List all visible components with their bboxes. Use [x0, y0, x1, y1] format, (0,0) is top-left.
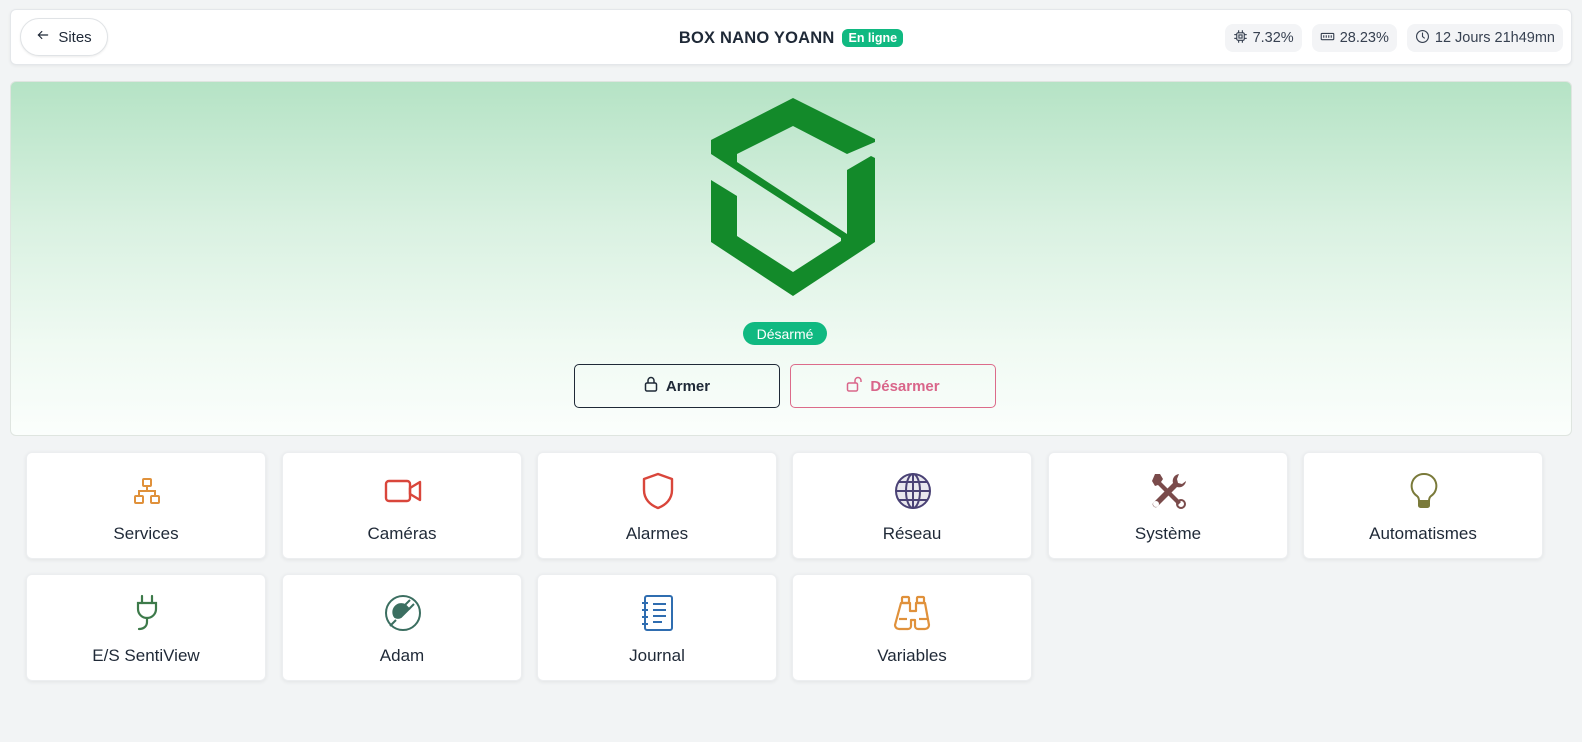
arm-label: Armer	[665, 377, 711, 395]
tile-services[interactable]: Services	[26, 452, 266, 559]
globe-icon	[893, 471, 933, 511]
security-panel: Désarmé Armer Désarmer	[10, 81, 1572, 436]
disarm-label: Désarmer	[870, 377, 940, 395]
tools-icon	[1149, 471, 1189, 511]
tile-label: Adam	[379, 646, 425, 665]
plug-icon	[127, 593, 167, 633]
tile-adam[interactable]: Adam	[282, 574, 522, 681]
uptime-value: 12 Jours 21h49mn	[1434, 30, 1555, 46]
tile-system[interactable]: Système	[1048, 452, 1288, 559]
cpu-icon	[1233, 29, 1248, 48]
cpu-value: 7.32%	[1252, 30, 1294, 46]
tile-label: Alarmes	[625, 524, 689, 543]
tile-variables[interactable]: Variables	[792, 574, 1032, 681]
clock-icon	[1415, 29, 1430, 48]
tile-label: Caméras	[367, 524, 437, 543]
journal-icon	[638, 593, 678, 633]
tile-cameras[interactable]: Caméras	[282, 452, 522, 559]
binoculars-icon	[893, 593, 933, 633]
cpu-stat: 7.32%	[1224, 24, 1302, 52]
online-status-badge: En ligne	[842, 29, 904, 47]
tile-label: Réseau	[882, 524, 942, 543]
tile-automations[interactable]: Automatismes	[1303, 452, 1543, 559]
memory-value: 28.23%	[1339, 30, 1389, 46]
tile-label: Services	[113, 524, 179, 543]
tile-label: Journal	[629, 646, 685, 665]
unlock-icon	[846, 376, 863, 396]
top-bar: Sites BOX NANO YOANN En ligne 7.32% 28.2…	[10, 9, 1572, 65]
tile-label: Système	[1134, 524, 1202, 543]
uptime-stat: 12 Jours 21h49mn	[1406, 24, 1563, 52]
back-label: Sites	[58, 28, 92, 46]
power-plug-circle-icon	[383, 593, 423, 633]
video-camera-icon	[383, 471, 423, 511]
network-icon	[127, 471, 167, 511]
tile-io-sentiview[interactable]: E/S SentiView	[26, 574, 266, 681]
tile-label: Variables	[877, 646, 947, 665]
tile-network[interactable]: Réseau	[792, 452, 1032, 559]
alarm-status-badge: Désarmé	[743, 322, 827, 345]
memory-stat: 28.23%	[1311, 24, 1397, 52]
tile-journal[interactable]: Journal	[537, 574, 777, 681]
arrow-left-icon	[36, 28, 50, 46]
system-stats: 7.32% 28.23% 12 Jours 21h49mn	[1224, 24, 1563, 52]
site-title: BOX NANO YOANN	[678, 28, 835, 47]
tile-label: E/S SentiView	[92, 646, 200, 665]
tile-alarms[interactable]: Alarmes	[537, 452, 777, 559]
lock-icon	[644, 376, 658, 396]
back-to-sites-button[interactable]: Sites	[20, 18, 108, 56]
shield-icon	[638, 471, 678, 511]
tile-label: Automatismes	[1369, 524, 1477, 543]
memory-icon	[1320, 29, 1335, 48]
arm-button[interactable]: Armer	[574, 364, 780, 408]
brand-logo-icon	[711, 98, 875, 296]
lightbulb-icon	[1404, 471, 1444, 511]
disarm-button[interactable]: Désarmer	[790, 364, 996, 408]
